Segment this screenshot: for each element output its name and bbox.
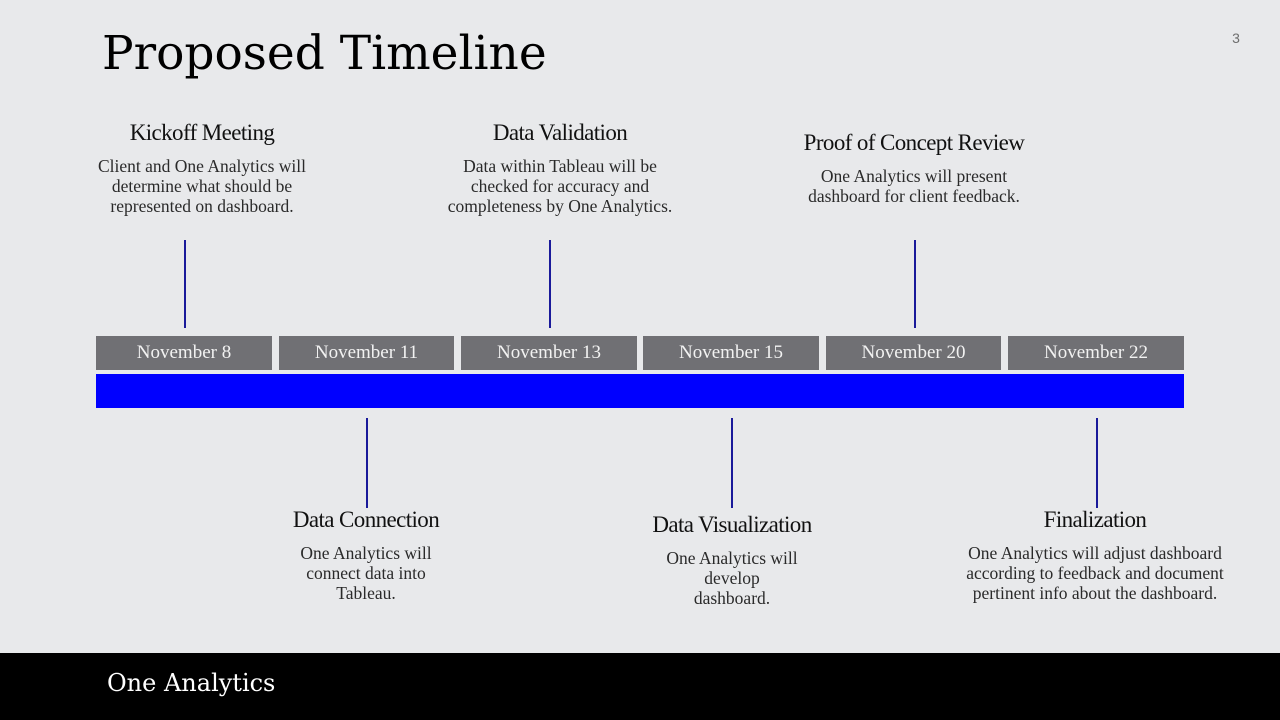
connector-line-kickoff <box>184 240 186 328</box>
milestone-description: One Analytics will adjust dashboard acco… <box>930 543 1260 603</box>
date-box-nov-22: November 22 <box>1008 336 1184 370</box>
footer-bar: One Analytics <box>0 653 1280 720</box>
connector-line-data-connection <box>366 418 368 508</box>
milestone-description-text: One Analytics will adjust dashboard acco… <box>966 543 1224 603</box>
footer-brand: One Analytics <box>107 669 276 697</box>
milestone-kickoff-meeting: Kickoff Meeting Client and One Analytics… <box>72 120 332 216</box>
milestone-description-text: One Analytics will develop dashboard. <box>666 548 798 608</box>
connector-line-proof-of-concept <box>914 240 916 328</box>
milestone-data-connection: Data Connection One Analytics will conne… <box>256 507 476 603</box>
milestone-finalization: Finalization One Analytics will adjust d… <box>930 507 1260 603</box>
date-box-nov-11: November 11 <box>279 336 454 370</box>
connector-line-data-validation <box>549 240 551 328</box>
date-box-nov-15: November 15 <box>643 336 819 370</box>
milestone-title: Finalization <box>1043 507 1147 532</box>
milestone-description-text: Data within Tableau will be checked for … <box>447 156 673 216</box>
milestone-title: Kickoff Meeting <box>129 120 275 145</box>
milestone-description: Data within Tableau will be checked for … <box>424 156 696 216</box>
milestone-description: Client and One Analytics will determine … <box>72 156 332 216</box>
milestone-proof-of-concept: Proof of Concept Review One Analytics wi… <box>774 130 1054 206</box>
milestone-description-text: One Analytics will connect data into Tab… <box>300 543 432 603</box>
milestone-data-visualization: Data Visualization One Analytics will de… <box>616 512 848 608</box>
slide-title: Proposed Timeline <box>102 26 547 81</box>
date-box-nov-8: November 8 <box>96 336 272 370</box>
milestone-description: One Analytics will develop dashboard. <box>616 548 848 608</box>
milestone-title: Data Validation <box>492 120 628 145</box>
date-box-nov-13: November 13 <box>461 336 637 370</box>
page-number: 3 <box>1232 30 1240 46</box>
milestone-data-validation: Data Validation Data within Tableau will… <box>424 120 696 216</box>
milestone-description: One Analytics will present dashboard for… <box>774 166 1054 206</box>
connector-line-data-visualization <box>731 418 733 508</box>
milestone-title: Data Connection <box>292 507 440 532</box>
connector-line-finalization <box>1096 418 1098 508</box>
timeline-bar <box>96 374 1184 408</box>
milestone-description-text: Client and One Analytics will determine … <box>97 156 307 216</box>
milestone-description: One Analytics will connect data into Tab… <box>256 543 476 603</box>
milestone-title: Data Visualization <box>652 512 812 537</box>
milestone-title: Proof of Concept Review <box>803 130 1025 155</box>
milestone-description-text: One Analytics will present dashboard for… <box>808 166 1020 206</box>
date-box-nov-20: November 20 <box>826 336 1001 370</box>
